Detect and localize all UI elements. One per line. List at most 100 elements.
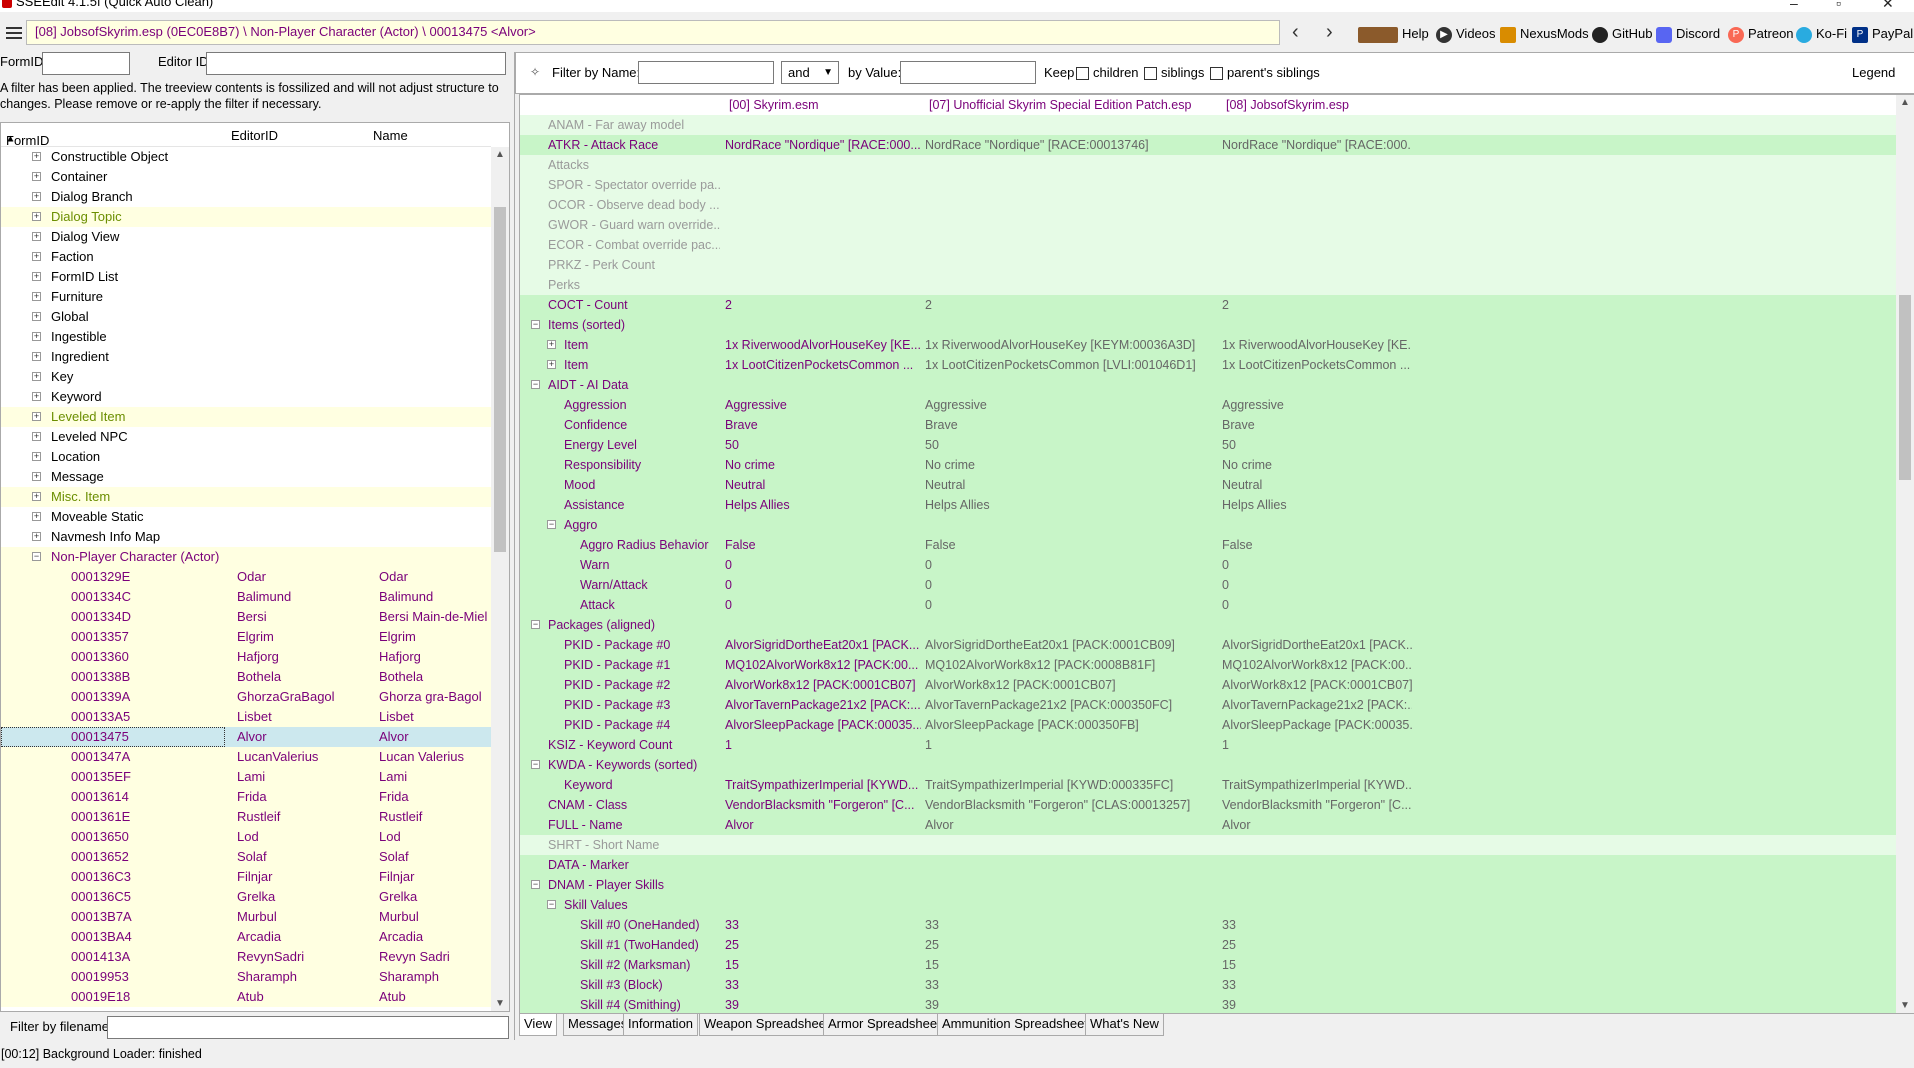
expand-icon[interactable]: + — [32, 332, 41, 341]
field-value-file-1[interactable]: Neutral — [925, 475, 1215, 495]
field-row[interactable]: Responsibility No crime No crime No crime — [520, 455, 1896, 475]
field-value-file-2[interactable]: 0 — [1222, 555, 1412, 575]
help-link[interactable]: Help — [1358, 24, 1429, 44]
field-value-file-2[interactable]: VendorBlacksmith "Forgeron" [C... — [1222, 795, 1412, 815]
field-value-file-2[interactable]: NordRace "Nordique" [RACE:000... — [1222, 135, 1412, 155]
expand-icon[interactable]: + — [32, 372, 41, 381]
tree-group[interactable]: + Leveled Item — [1, 407, 491, 427]
scroll-up-icon[interactable]: ▲ — [495, 149, 505, 160]
collapse-icon[interactable]: − — [547, 900, 556, 909]
field-value-file-0[interactable]: Aggressive — [725, 395, 921, 415]
field-value-file-1[interactable]: MQ102AlvorWork8x12 [PACK:0008B81F] — [925, 655, 1215, 675]
tree-record-row[interactable]: 0001339A GhorzaGraBagol Ghorza gra-Bagol — [1, 687, 491, 707]
tree-record-row[interactable]: 0001347A LucanValerius Lucan Valerius — [1, 747, 491, 767]
tree-record-row[interactable]: 0001334C Balimund Balimund — [1, 587, 491, 607]
field-row[interactable]: Skill #2 (Marksman) 15 15 15 — [520, 955, 1896, 975]
column-editorid[interactable]: EditorID — [231, 128, 278, 143]
tab-messages[interactable]: Messages — [563, 1014, 633, 1036]
tree-group[interactable]: + Misc. Item — [1, 487, 491, 507]
tab-armor-spreadsheet[interactable]: Armor Spreadsheet — [823, 1014, 946, 1036]
tree-record-row[interactable]: 00013650 Lod Lod — [1, 827, 491, 847]
field-value-file-2[interactable]: AlvorTavernPackage21x2 [PACK:... — [1222, 695, 1412, 715]
expand-icon[interactable]: + — [32, 312, 41, 321]
expand-icon[interactable]: + — [32, 352, 41, 361]
field-value-file-2[interactable]: 33 — [1222, 915, 1412, 935]
pin-icon[interactable]: ✧ — [530, 65, 540, 79]
file-column-2[interactable]: [08] JobsofSkyrim.esp — [1226, 95, 1349, 115]
field-row[interactable]: − AIDT - AI Data — [520, 375, 1896, 395]
field-row[interactable]: Mood Neutral Neutral Neutral — [520, 475, 1896, 495]
field-value-file-0[interactable]: TraitSympathizerImperial [KYWD... — [725, 775, 921, 795]
field-row[interactable]: Attacks — [520, 155, 1896, 175]
tree-record-row[interactable]: 0001413A RevynSadri Revyn Sadri — [1, 947, 491, 967]
tree-group[interactable]: + Container — [1, 167, 491, 187]
field-value-file-2[interactable]: AlvorWork8x12 [PACK:0001CB07] — [1222, 675, 1412, 695]
field-value-file-1[interactable]: AlvorSleepPackage [PACK:000350FB] — [925, 715, 1215, 735]
field-value-file-1[interactable]: 1 — [925, 735, 1215, 755]
field-row[interactable]: − DNAM - Player Skills — [520, 875, 1896, 895]
field-value-file-1[interactable]: VendorBlacksmith "Forgeron" [CLAS:000132… — [925, 795, 1215, 815]
field-value-file-1[interactable]: 39 — [925, 995, 1215, 1013]
field-value-file-2[interactable]: Neutral — [1222, 475, 1412, 495]
expand-icon[interactable]: + — [32, 212, 41, 221]
field-value-file-0[interactable]: 15 — [725, 955, 921, 975]
field-value-file-2[interactable]: 2 — [1222, 295, 1412, 315]
field-row[interactable]: Aggression Aggressive Aggressive Aggressive — [520, 395, 1896, 415]
field-value-file-2[interactable]: TraitSympathizerImperial [KYWD... — [1222, 775, 1412, 795]
field-value-file-2[interactable]: 39 — [1222, 995, 1412, 1013]
field-value-file-0[interactable]: VendorBlacksmith "Forgeron" [C... — [725, 795, 921, 815]
field-value-file-2[interactable]: 0 — [1222, 595, 1412, 615]
field-row[interactable]: PKID - Package #3 AlvorTavernPackage21x2 … — [520, 695, 1896, 715]
grid-scrollbar[interactable]: ▲ ▼ — [1896, 95, 1914, 1013]
field-value-file-1[interactable]: 0 — [925, 555, 1215, 575]
field-row[interactable]: ECOR - Combat override pac... — [520, 235, 1896, 255]
tree-group[interactable]: + Location — [1, 447, 491, 467]
expand-icon[interactable]: + — [32, 472, 41, 481]
field-value-file-1[interactable]: 33 — [925, 975, 1215, 995]
field-value-file-2[interactable]: AlvorSleepPackage [PACK:00035... — [1222, 715, 1412, 735]
tree-record-row[interactable]: 00013BA4 Arcadia Arcadia — [1, 927, 491, 947]
field-value-file-0[interactable]: 1x LootCitizenPocketsCommon ... — [725, 355, 921, 375]
field-value-file-1[interactable]: No crime — [925, 455, 1215, 475]
field-value-file-2[interactable]: 0 — [1222, 575, 1412, 595]
field-row[interactable]: Skill #1 (TwoHanded) 25 25 25 — [520, 935, 1896, 955]
field-value-file-0[interactable]: 50 — [725, 435, 921, 455]
back-arrow-icon[interactable]: ‹ — [1292, 22, 1299, 42]
field-row[interactable]: Aggro Radius Behavior False False False — [520, 535, 1896, 555]
field-value-file-2[interactable]: No crime — [1222, 455, 1412, 475]
expand-icon[interactable]: + — [32, 492, 41, 501]
field-row[interactable]: − KWDA - Keywords (sorted) — [520, 755, 1896, 775]
field-value-file-0[interactable]: AlvorTavernPackage21x2 [PACK:... — [725, 695, 921, 715]
file-column-0[interactable]: [00] Skyrim.esm — [729, 95, 819, 115]
field-value-file-1[interactable]: NordRace "Nordique" [RACE:00013746] — [925, 135, 1215, 155]
tree-group[interactable]: − Non-Player Character (Actor) — [1, 547, 491, 567]
field-row[interactable]: DATA - Marker — [520, 855, 1896, 875]
field-value-file-1[interactable]: AlvorTavernPackage21x2 [PACK:000350FC] — [925, 695, 1215, 715]
filename-filter-input[interactable] — [107, 1016, 509, 1039]
tree-record-row[interactable]: 00019E18 Atub Atub — [1, 987, 491, 1007]
expand-icon[interactable]: + — [547, 360, 556, 369]
field-value-file-2[interactable]: 50 — [1222, 435, 1412, 455]
tree-record-row[interactable]: 00013360 Hafjorg Hafjorg — [1, 647, 491, 667]
filter-name-input[interactable] — [638, 61, 774, 84]
field-row[interactable]: GWOR - Guard warn override... — [520, 215, 1896, 235]
field-value-file-0[interactable]: 1x RiverwoodAlvorHouseKey [KE... — [725, 335, 921, 355]
close-icon[interactable]: ✕ — [1882, 0, 1894, 12]
field-row[interactable]: Warn 0 0 0 — [520, 555, 1896, 575]
field-row[interactable]: Skill #4 (Smithing) 39 39 39 — [520, 995, 1896, 1013]
tree-record-row[interactable]: 000133A5 Lisbet Lisbet — [1, 707, 491, 727]
field-row[interactable]: FULL - Name Alvor Alvor Alvor — [520, 815, 1896, 835]
expand-icon[interactable]: + — [547, 340, 556, 349]
expand-icon[interactable]: + — [32, 392, 41, 401]
field-value-file-0[interactable]: Brave — [725, 415, 921, 435]
expand-icon[interactable]: + — [32, 412, 41, 421]
tree-record-row[interactable]: 0001338B Bothela Bothela — [1, 667, 491, 687]
field-value-file-0[interactable]: 0 — [725, 595, 921, 615]
tree-record-row[interactable]: 0001361E Rustleif Rustleif — [1, 807, 491, 827]
field-row[interactable]: PKID - Package #2 AlvorWork8x12 [PACK:000… — [520, 675, 1896, 695]
field-value-file-1[interactable]: 25 — [925, 935, 1215, 955]
tree-group[interactable]: + FormID List — [1, 267, 491, 287]
collapse-icon[interactable]: − — [531, 380, 540, 389]
tree-group[interactable]: + Ingredient — [1, 347, 491, 367]
collapse-icon[interactable]: − — [531, 760, 540, 769]
